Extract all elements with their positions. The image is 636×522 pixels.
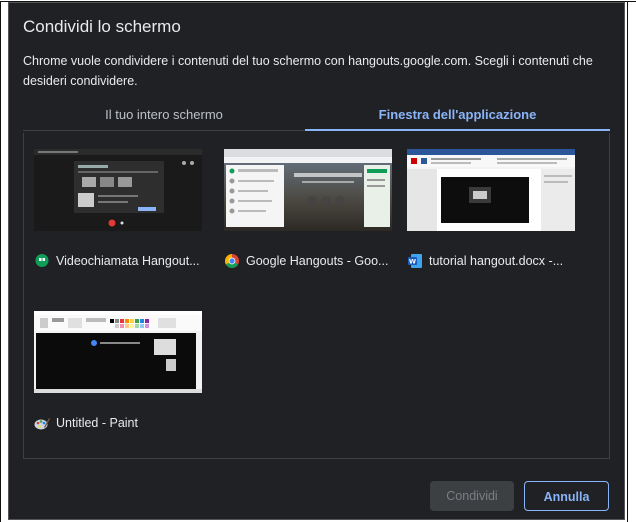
window-edge-left <box>0 1 1 522</box>
paint-thumbnail-image <box>34 311 202 393</box>
window-edge-right <box>627 1 628 522</box>
tab-application-window[interactable]: Finestra dell'applicazione <box>305 101 610 129</box>
share-screen-dialog: Condividi lo schermo Chrome vuole condiv… <box>8 2 625 520</box>
window-item-text: Google Hangouts - Goo... <box>246 254 389 268</box>
hangouts-icon <box>35 254 49 267</box>
chrome-icon <box>225 254 239 268</box>
tab-entire-screen[interactable]: Il tuo intero schermo <box>23 101 305 129</box>
window-item-label: Google Hangouts - Goo... <box>224 251 394 271</box>
chrome-thumbnail-image <box>224 149 392 231</box>
window-item-text: tutorial hangout.docx -... <box>429 254 564 268</box>
tab-bar: Il tuo intero schermo Finestra dell'appl… <box>23 101 610 131</box>
tab-selected-indicator <box>305 129 610 131</box>
paint-icon <box>34 418 50 430</box>
window-thumbnail <box>34 311 202 393</box>
hangout-thumbnail-image <box>34 149 202 231</box>
svg-text:W: W <box>409 258 416 266</box>
window-item-paint[interactable]: Untitled - Paint <box>34 311 202 435</box>
window-item-label: Untitled - Paint <box>34 413 204 433</box>
window-item-label: W tutorial hangout.docx -... <box>407 251 577 271</box>
window-item-label: Videochiamata Hangout... <box>34 251 204 271</box>
window-item-tutorial-docx[interactable]: W tutorial hangout.docx -... <box>407 149 575 273</box>
word-thumbnail-image <box>407 149 575 231</box>
window-item-text: Videochiamata Hangout... <box>56 254 200 268</box>
window-item-text: Untitled - Paint <box>56 416 138 430</box>
window-item-google-hangouts[interactable]: Google Hangouts - Goo... <box>224 149 392 273</box>
dialog-title: Condividi lo schermo <box>23 17 181 36</box>
share-button[interactable]: Condividi <box>430 481 514 511</box>
window-thumbnail <box>407 149 575 231</box>
window-thumbnail <box>34 149 202 231</box>
dialog-description: Chrome vuole condividere i contenuti del… <box>23 54 593 88</box>
window-thumbnail <box>224 149 392 231</box>
window-item-videochiamata[interactable]: Videochiamata Hangout... <box>34 149 202 273</box>
window-list-panel: Videochiamata Hangout... Google Hangouts… <box>23 133 610 459</box>
cancel-button[interactable]: Annulla <box>524 481 609 511</box>
word-icon: W <box>408 254 422 268</box>
